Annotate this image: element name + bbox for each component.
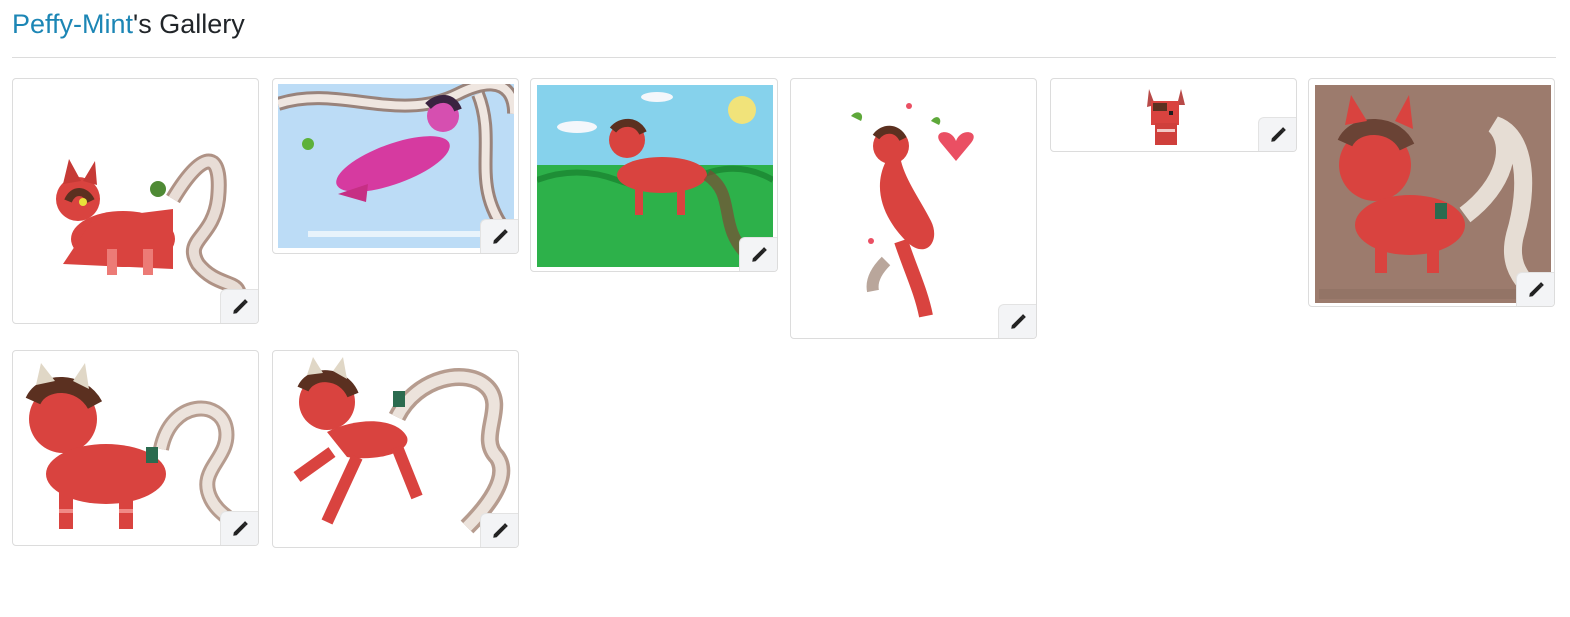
edit-button[interactable] [480, 513, 518, 547]
pencil-icon [232, 520, 248, 536]
artwork-thumbnail [56, 153, 247, 301]
artwork-thumbnail [25, 363, 242, 539]
artwork-thumbnail [293, 357, 511, 534]
artwork-thumbnail [851, 103, 974, 318]
edit-button[interactable] [1516, 272, 1554, 306]
gallery-title-suffix: 's Gallery [133, 9, 245, 39]
edit-button[interactable] [480, 219, 518, 253]
pencil-icon [232, 298, 248, 314]
gallery-item-1[interactable] [12, 78, 259, 324]
edit-button[interactable] [998, 304, 1036, 338]
artwork-thumbnail [1147, 89, 1185, 145]
pencil-icon [492, 522, 508, 538]
gallery-item-6[interactable] [1308, 78, 1555, 307]
pencil-icon [1528, 281, 1544, 297]
header-divider [12, 57, 1556, 58]
pencil-icon [1270, 126, 1286, 142]
edit-button[interactable] [739, 237, 777, 271]
gallery-item-5[interactable] [1050, 78, 1297, 152]
artwork-thumbnail [537, 85, 773, 267]
owner-link[interactable]: Peffy-Mint [12, 9, 133, 39]
gallery-item-2[interactable] [272, 78, 519, 254]
gallery-title: Peffy-Mint's Gallery [12, 6, 245, 42]
edit-button[interactable] [220, 289, 258, 323]
gallery-item-8[interactable] [272, 350, 519, 548]
edit-button[interactable] [1258, 117, 1296, 151]
gallery-item-3[interactable] [530, 78, 778, 272]
gallery-item-4[interactable] [790, 78, 1037, 339]
gallery-item-7[interactable] [12, 350, 259, 546]
pencil-icon [492, 228, 508, 244]
artwork-thumbnail [1315, 85, 1551, 303]
pencil-icon [1010, 313, 1026, 329]
edit-button[interactable] [220, 511, 258, 545]
pencil-icon [751, 246, 767, 262]
artwork-thumbnail [278, 84, 514, 248]
